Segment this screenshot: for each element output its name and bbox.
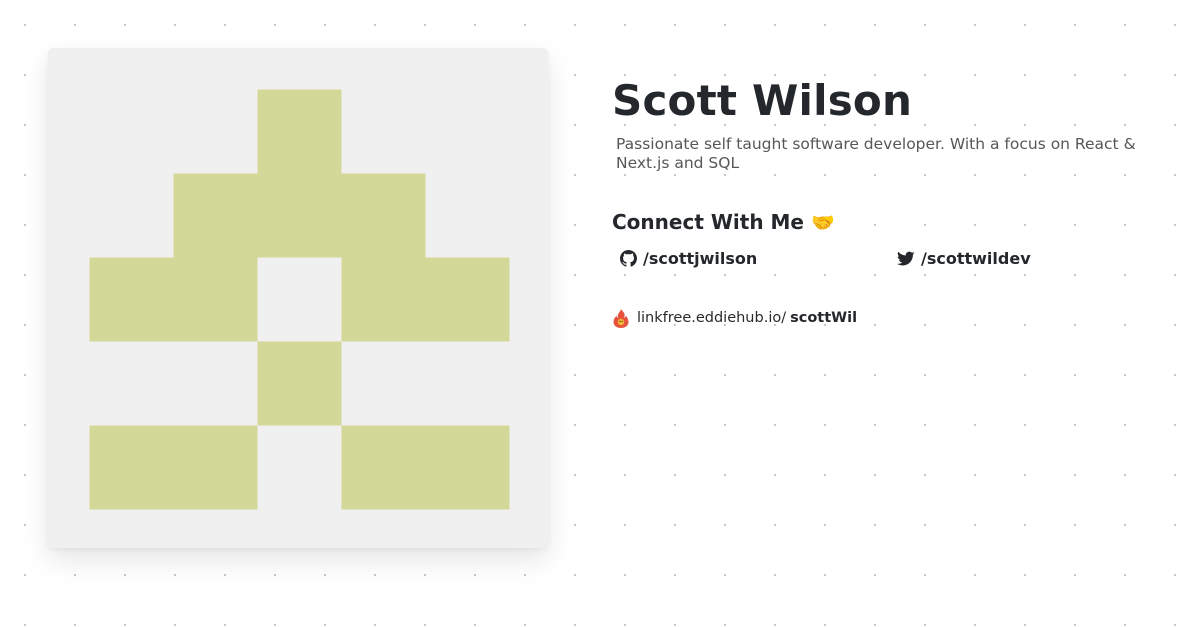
avatar [48,48,548,548]
twitter-icon [897,251,915,265]
avatar-tile [173,173,258,258]
avatar-tile [341,257,426,342]
avatar-tile [341,425,426,510]
profile-section: Scott Wilson Passionate self taught soft… [612,76,1152,273]
avatar-tile [341,173,426,258]
linkfree-username: scottWil [790,310,858,326]
profile-bio: Passionate self taught software develope… [616,135,1136,172]
avatar-tile [89,257,174,342]
connect-heading: Connect With Me 🤝 [612,210,1152,235]
linkfree-logo-icon [613,309,629,328]
github-link[interactable]: /scottjwilson [620,249,757,268]
social-links: /scottjwilson /scottwildev [612,249,1152,273]
avatar-tile [425,425,510,510]
twitter-handle: /scottwildev [921,249,1031,268]
linkfree-host: linkfree.eddiehub.io/ [637,310,787,326]
identicon-avatar [48,48,548,548]
avatar-tile [257,173,342,258]
connect-heading-text: Connect With Me [612,210,804,234]
avatar-tile [425,257,510,342]
avatar-tile [173,425,258,510]
avatar-tile [257,89,342,174]
avatar-tile [173,257,258,342]
github-handle: /scottjwilson [643,249,758,268]
avatar-tile [89,425,174,510]
profile-name: Scott Wilson [612,76,913,125]
github-icon [620,250,637,267]
twitter-link[interactable]: /scottwildev [897,249,1031,268]
handshake-emoji: 🤝 [810,212,835,234]
linkfree-link[interactable]: linkfree.eddiehub.io/ scottWil [612,308,857,328]
avatar-tile [257,341,342,426]
